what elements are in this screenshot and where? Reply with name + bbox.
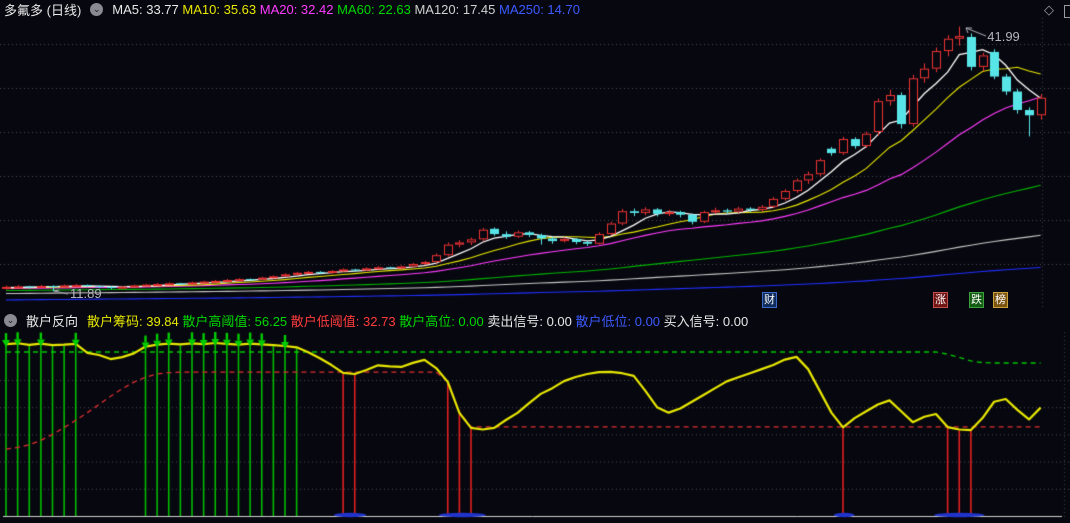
indicator-title: 散户反向: [26, 313, 79, 329]
ma-legend-item: MA60: 22.63: [337, 2, 411, 17]
indicator-legend-item: 买入信号: 0.00: [663, 313, 749, 329]
chart-canvas[interactable]: [0, 0, 1070, 523]
ma-legend-item: MA120: 17.45: [414, 2, 496, 17]
ma-legend: MA5: 33.77 MA10: 35.63 MA20: 32.42 MA60:…: [112, 2, 580, 17]
quick-badge-button[interactable]: 跌: [969, 292, 984, 308]
low-price-annotation: 11.89: [70, 286, 102, 302]
indicator-legend: 散户筹码: 39.84 散户高阈值: 56.25 散户低阈值: 32.73 散户…: [87, 311, 748, 330]
chevron-down-circle-icon[interactable]: ⌄: [4, 313, 17, 327]
quick-badge-button[interactable]: 涨: [933, 292, 948, 308]
ma-legend-item: MA250: 14.70: [499, 2, 580, 17]
indicator-legend-item: 散户低位: 0.00: [575, 313, 661, 329]
ma-legend-item: MA10: 35.63: [182, 2, 257, 17]
indicator-legend-item: 散户高位: 0.00: [399, 313, 484, 329]
stock-app-window: 多氟多 (日线) ⌄ MA5: 33.77 MA10: 35.63 MA20: …: [0, 0, 1070, 523]
indicator-legend-item: 散户低阈值: 32.73: [290, 313, 396, 329]
quick-badge-button[interactable]: 财: [762, 292, 777, 308]
quick-badge-button[interactable]: 榜: [993, 292, 1008, 308]
window-corner-icon[interactable]: [1064, 5, 1070, 18]
ma-legend-item: MA20: 32.42: [259, 2, 334, 17]
indicator-legend-item: 散户筹码: 39.84: [87, 313, 179, 329]
stock-title: 多氟多 (日线): [4, 3, 82, 18]
ma-legend-item: MA5: 33.77: [112, 2, 179, 17]
indicator-header: ⌄ 散户反向 散户筹码: 39.84 散户高阈值: 56.25 散户低阈值: 3…: [0, 309, 1070, 331]
high-price-annotation: 41.99: [987, 29, 1020, 45]
main-chart-header: 多氟多 (日线) ⌄ MA5: 33.77 MA10: 35.63 MA20: …: [0, 0, 1070, 19]
indicator-legend-item: 卖出信号: 0.00: [487, 313, 572, 329]
indicator-legend-item: 散户高阈值: 56.25: [182, 313, 288, 329]
dotted-diamond-icon[interactable]: ◇: [1044, 2, 1054, 18]
chevron-down-circle-icon[interactable]: ⌄: [90, 3, 104, 16]
